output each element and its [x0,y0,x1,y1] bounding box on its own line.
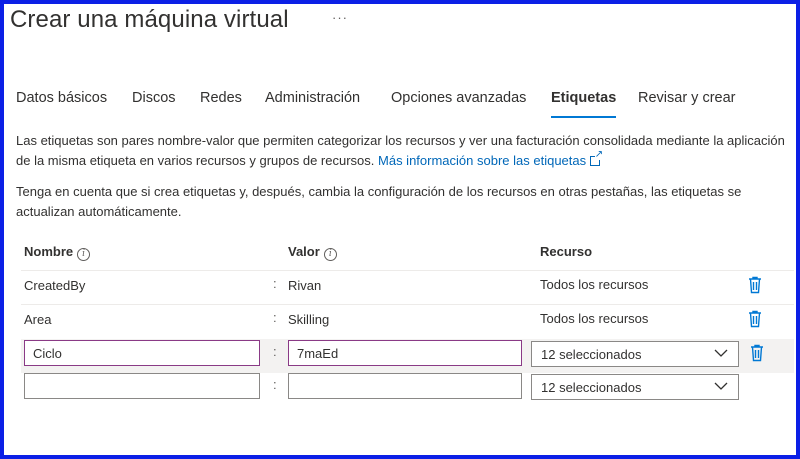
tab-administracion[interactable]: Administración [265,90,360,106]
tag-resource-cell: Todos los recursos [540,277,649,292]
tag-value-cell: Skilling [288,312,330,327]
column-header-value-label: Valor [288,244,320,259]
learn-more-label[interactable]: Más información sobre las etiquetas [378,153,586,168]
trash-icon[interactable] [747,310,763,328]
trash-icon[interactable] [747,276,763,294]
new-tag-name-input[interactable] [24,373,260,399]
intro-text: Las etiquetas son pares nombre-valor que… [16,131,786,171]
tag-name-cell: CreatedBy [24,278,86,293]
tab-redes[interactable]: Redes [200,90,242,106]
tag-name-input[interactable] [24,340,260,366]
external-link-icon [590,150,604,166]
column-header-name-label: Nombre [24,244,74,259]
row-divider [21,270,794,271]
new-resource-select[interactable]: 12 seleccionados [531,374,739,400]
tag-name-cell: Area [24,312,52,327]
resource-select[interactable]: 12 seleccionados [531,341,739,367]
new-tag-value-input[interactable] [288,373,522,399]
column-header-name: Nombre i [24,244,91,261]
info-icon[interactable]: i [77,248,91,261]
trash-icon[interactable] [749,344,765,362]
new-resource-select-value: 12 seleccionados [541,380,642,395]
resource-select-value: 12 seleccionados [541,347,642,362]
separator: : [273,276,277,291]
separator: : [273,377,277,392]
tab-discos[interactable]: Discos [132,90,176,106]
row-divider [21,304,794,305]
tag-value-input[interactable] [288,340,522,366]
tag-value-cell: Rivan [288,278,322,293]
tab-revisar-y-crear[interactable]: Revisar y crear [638,90,736,106]
column-header-resource: Recurso [540,244,593,259]
learn-more-link[interactable]: Más información sobre las etiquetas [378,150,604,168]
page-title: Crear una máquina virtual [10,6,289,33]
tags-note: Tenga en cuenta que si crea etiquetas y,… [16,184,742,219]
tab-datos-basicos[interactable]: Datos básicos [16,90,107,106]
separator: : [273,310,277,325]
app-frame: Crear una máquina virtual ··· Datos bási… [0,0,800,459]
column-header-value: Valor i [288,244,337,261]
chevron-down-icon [714,382,728,390]
info-icon[interactable]: i [323,248,337,261]
tag-resource-cell: Todos los recursos [540,311,649,326]
tab-etiquetas[interactable]: Etiquetas [551,90,617,118]
separator: : [273,344,277,359]
tab-opciones-avanzadas[interactable]: Opciones avanzadas [391,90,526,106]
more-options-button[interactable]: ··· [332,10,348,25]
chevron-down-icon [714,349,728,357]
